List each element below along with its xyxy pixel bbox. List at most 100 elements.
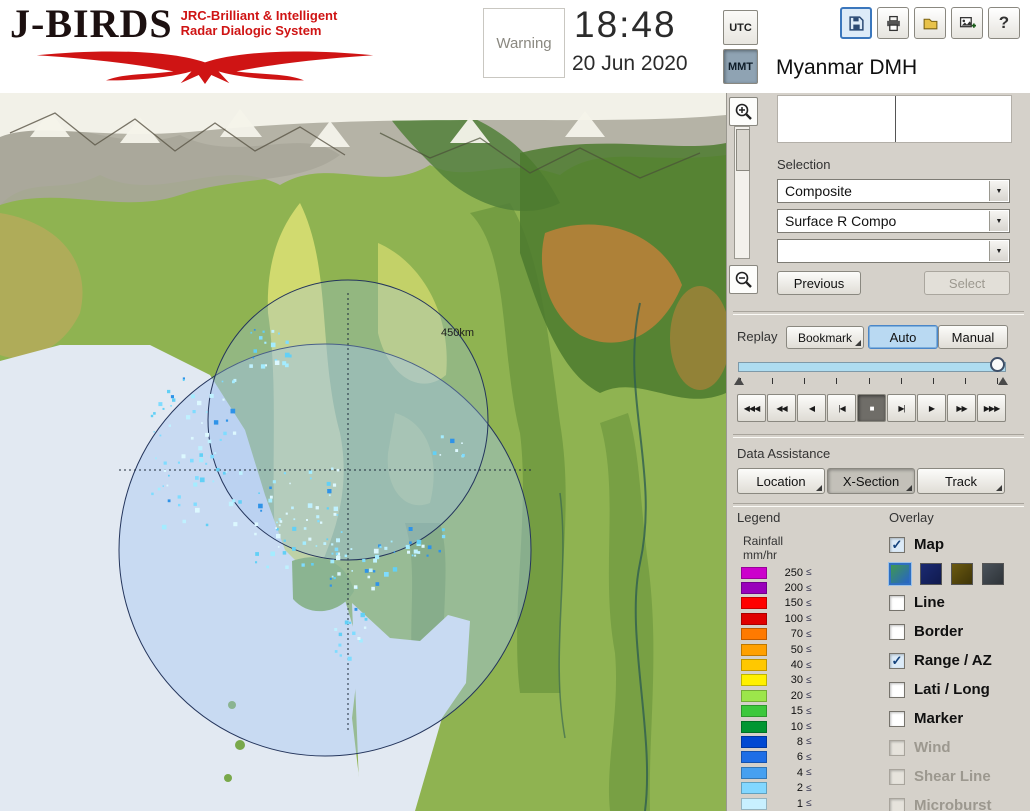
fast-rewind-button[interactable]: ◀◀ <box>767 394 796 422</box>
legend-row: 250 ≤ <box>741 565 853 580</box>
zoom-in-button[interactable] <box>729 97 758 126</box>
export-image-button[interactable] <box>951 7 983 39</box>
composite-dropdown[interactable]: Composite ▼ <box>777 179 1010 203</box>
timeline-tick <box>900 378 902 384</box>
open-file-button[interactable] <box>914 7 946 39</box>
logo-title: J-BIRDS <box>10 1 173 46</box>
jbirds-logo: J-BIRDS JRC-Brilliant & Intelligent Rada… <box>10 2 410 92</box>
legend-row: 40 ≤ <box>741 657 853 672</box>
overlay-item-label: Shear Line <box>914 768 991 785</box>
timeline-ticks <box>740 378 998 384</box>
overlay-item-label: Wind <box>914 739 951 756</box>
chevron-down-icon[interactable]: ▼ <box>989 241 1008 261</box>
overlay-checkbox-map[interactable]: ✓ <box>889 536 905 553</box>
frame-forward-button[interactable]: ▶| <box>887 394 916 422</box>
map-style-swatch-dark[interactable] <box>982 562 1004 585</box>
clock-date: 20 Jun 2020 <box>572 52 688 75</box>
legend-lte-symbol: ≤ <box>806 721 812 733</box>
map-style-swatch-navy[interactable] <box>920 562 942 585</box>
timeline-end-marker[interactable] <box>998 377 1008 385</box>
x-section-button[interactable]: X-Section <box>827 468 915 494</box>
timeline-handle[interactable] <box>990 357 1005 372</box>
overlay-checkbox-border[interactable] <box>889 623 905 640</box>
radar-map[interactable]: 450km <box>0 93 726 811</box>
zoom-out-button[interactable] <box>729 265 758 294</box>
timeline-start-marker[interactable] <box>734 377 744 385</box>
selection-label: Selection <box>777 157 831 172</box>
legend-row: 100 ≤ <box>741 611 853 626</box>
product-dropdown[interactable]: Surface R Compo ▼ <box>777 209 1010 233</box>
map-style-swatch-terrain[interactable] <box>889 562 911 585</box>
overlay-row-marker: Marker <box>889 704 1030 733</box>
step-back-button[interactable]: ◀ <box>797 394 826 422</box>
jump-end-button[interactable]: ▶▶▶ <box>977 394 1006 422</box>
save-button[interactable] <box>840 7 872 39</box>
overlay-checkbox-lati-long[interactable] <box>889 681 905 698</box>
legend-color-swatch <box>741 705 767 718</box>
overlay-checkbox-shear-line <box>889 768 905 785</box>
legend-lte-symbol: ≤ <box>806 628 812 640</box>
timeline-tick <box>804 378 806 384</box>
frame-back-button[interactable]: |◀ <box>827 394 856 422</box>
utc-toggle-button[interactable]: UTC <box>723 10 758 45</box>
legend-row: 20 ≤ <box>741 688 853 703</box>
timeline-tick <box>964 378 966 384</box>
overlay-row-microburst: Microburst <box>889 791 1030 811</box>
overlay-checkbox-range-az[interactable]: ✓ <box>889 652 905 669</box>
header-bar: J-BIRDS JRC-Brilliant & Intelligent Rada… <box>0 0 1030 94</box>
overlay-checkbox-microburst <box>889 797 905 811</box>
stop-button[interactable]: ■ <box>857 394 886 422</box>
replay-timeline-slider[interactable] <box>738 362 1006 372</box>
timeline-tick <box>772 378 774 384</box>
help-button[interactable]: ? <box>988 7 1020 39</box>
legend-value: 150 <box>784 597 803 610</box>
legend-lte-symbol: ≤ <box>806 705 812 717</box>
extra-dropdown[interactable]: ▼ <box>777 239 1010 263</box>
legend-lte-symbol: ≤ <box>806 644 812 656</box>
legend-value: 8 <box>796 735 803 748</box>
bookmark-button[interactable]: Bookmark <box>786 326 864 349</box>
rainfall-legend: 250 ≤200 ≤150 ≤100 ≤70 ≤50 ≤40 ≤30 ≤20 ≤15 ≤10 ≤8 ≤6… <box>741 565 853 811</box>
legend-color-swatch <box>741 597 767 610</box>
overlay-checkbox-marker[interactable] <box>889 710 905 727</box>
legend-color-swatch <box>741 689 767 702</box>
replay-label: Replay <box>737 329 778 344</box>
legend-value: 100 <box>784 612 803 625</box>
zoom-scrollbar[interactable] <box>734 126 750 259</box>
chevron-down-icon[interactable]: ▼ <box>989 181 1008 201</box>
legend-row: 50 ≤ <box>741 642 853 657</box>
overlay-row-map: ✓ Map <box>889 530 1030 559</box>
mmt-toggle-button[interactable]: MMT <box>723 49 758 84</box>
fast-forward-button[interactable]: ▶▶ <box>947 394 976 422</box>
corner-triangle-icon <box>996 485 1002 491</box>
eagle-icon <box>36 51 374 84</box>
overlay-label: Overlay <box>889 510 934 525</box>
zoom-scrollbar-thumb[interactable] <box>736 129 750 171</box>
select-button[interactable]: Select <box>924 271 1010 295</box>
legend-value: 2 <box>796 782 803 795</box>
print-button[interactable] <box>877 7 909 39</box>
warning-button[interactable]: Warning <box>483 8 565 78</box>
overlay-checkbox-line[interactable] <box>889 594 905 611</box>
location-button[interactable]: Location <box>737 468 825 494</box>
legend-row: 15 ≤ <box>741 704 853 719</box>
corner-triangle-icon <box>855 340 861 346</box>
legend-color-swatch <box>741 782 767 795</box>
chevron-down-icon[interactable]: ▼ <box>989 211 1008 231</box>
play-button[interactable]: ▶ <box>917 394 946 422</box>
warning-label: Warning <box>496 34 552 52</box>
legend-lte-symbol: ≤ <box>806 767 812 779</box>
manual-button[interactable]: Manual <box>938 325 1008 349</box>
jump-start-button[interactable]: ◀◀◀ <box>737 394 766 422</box>
track-button[interactable]: Track <box>917 468 1005 494</box>
auto-button[interactable]: Auto <box>868 325 938 349</box>
legend-row: 150 ≤ <box>741 596 853 611</box>
legend-color-swatch <box>741 720 767 733</box>
station-title: Myanmar DMH <box>776 56 918 79</box>
previous-button[interactable]: Previous <box>777 271 861 295</box>
listbox-divider <box>894 96 896 142</box>
save-icon <box>848 15 864 31</box>
map-style-swatch-olive[interactable] <box>951 562 973 585</box>
station-listbox[interactable] <box>777 95 1012 143</box>
timeline-tick <box>932 378 934 384</box>
